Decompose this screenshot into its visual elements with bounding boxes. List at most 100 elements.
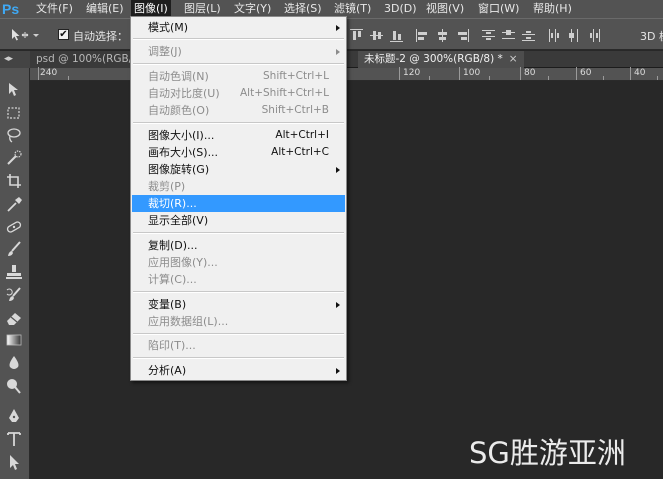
menu-item-reveal-all[interactable]: 显示全部(V): [132, 212, 345, 229]
align-right-icon[interactable]: [456, 29, 469, 42]
watermark-text: SG胜游亚洲: [469, 436, 626, 470]
history-brush-tool-icon[interactable]: [3, 286, 25, 304]
menu-item-label: 模式(M): [148, 21, 189, 34]
blur-tool-icon[interactable]: [3, 354, 25, 372]
clone-stamp-tool-icon[interactable]: [3, 263, 25, 281]
move-tool-icon[interactable]: [3, 81, 25, 99]
healing-brush-tool-icon[interactable]: [3, 218, 25, 236]
gradient-tool-icon[interactable]: [3, 331, 25, 349]
crop-tool-icon[interactable]: [3, 172, 25, 190]
menu-separator: [133, 357, 344, 359]
menu-item-label: 自动对比度(U): [148, 87, 220, 100]
eraser-tool-icon[interactable]: [3, 309, 25, 327]
menu-item-shortcut: Shift+Ctrl+L: [263, 70, 329, 82]
menu-item-label: 自动颜色(O): [148, 104, 210, 117]
menu-item-auto-contrast[interactable]: 自动对比度(U) Alt+Shift+Ctrl+L: [132, 85, 345, 102]
menu-file[interactable]: 文件(F): [33, 0, 76, 18]
align-vcenter-icon[interactable]: [370, 29, 383, 42]
distribute-top-icon[interactable]: [482, 29, 495, 42]
tab-untitled-2[interactable]: 未标题-2 @ 300%(RGB/8) * ×: [358, 51, 524, 68]
menu-item-image-rotation[interactable]: 图像旋转(G): [132, 161, 345, 178]
menu-item-label: 复制(D)...: [148, 239, 198, 252]
pen-tool-icon[interactable]: [3, 407, 25, 425]
menu-separator: [133, 232, 344, 234]
dodge-tool-icon[interactable]: [3, 377, 25, 395]
menu-item-label: 变量(B): [148, 298, 187, 311]
menu-item-canvas-size[interactable]: 画布大小(S)... Alt+Ctrl+C: [132, 144, 345, 161]
menu-3d[interactable]: 3D(D): [381, 0, 420, 18]
menu-item-shortcut: Shift+Ctrl+B: [261, 104, 329, 116]
align-bottom-icon[interactable]: [390, 29, 403, 42]
distribute-vcenter-icon[interactable]: [502, 29, 515, 42]
move-tool-icon[interactable]: [10, 28, 40, 42]
brush-tool-icon[interactable]: [3, 240, 25, 258]
tab-label: 未标题-2 @ 300%(RGB/8) *: [364, 53, 503, 65]
marquee-tool-icon[interactable]: [3, 104, 25, 122]
ruler-label: 80: [524, 68, 536, 78]
tools-panel: [0, 68, 30, 479]
menu-item-shortcut: Alt+Ctrl+I: [275, 129, 329, 141]
align-top-icon[interactable]: [350, 29, 363, 42]
menu-item-shortcut: Alt+Shift+Ctrl+L: [239, 87, 329, 99]
menu-separator: [133, 38, 344, 40]
ruler-tick: [603, 76, 604, 80]
ruler-label: 40: [634, 68, 646, 78]
menu-item-trap[interactable]: 陷印(T)...: [132, 337, 345, 354]
lasso-tool-icon[interactable]: [3, 126, 25, 144]
submenu-arrow-icon: [336, 167, 340, 173]
menu-item-shortcut: Alt+Ctrl+C: [271, 146, 329, 158]
distribute-left-icon[interactable]: [548, 29, 561, 42]
eyedropper-tool-icon[interactable]: [3, 195, 25, 213]
path-select-tool-icon[interactable]: [3, 453, 25, 471]
close-icon[interactable]: ×: [509, 53, 518, 65]
align-left-icon[interactable]: [416, 29, 429, 42]
menu-item-label: 裁切(R)...: [148, 197, 197, 210]
menu-window[interactable]: 窗口(W): [475, 0, 522, 18]
ruler-label: 60: [580, 68, 592, 78]
ruler-tick: [657, 76, 658, 80]
menu-item-adjustments[interactable]: 调整(J): [132, 43, 345, 60]
menu-item-auto-color[interactable]: 自动颜色(O) Shift+Ctrl+B: [132, 102, 345, 119]
ruler-label: 120: [403, 68, 421, 78]
menu-item-label: 图像大小(I)...: [148, 129, 215, 142]
ruler-tick: [489, 76, 490, 80]
menu-item-duplicate[interactable]: 复制(D)...: [132, 237, 345, 254]
menu-help[interactable]: 帮助(H): [530, 0, 575, 18]
submenu-arrow-icon: [336, 302, 340, 308]
ruler-tick: [459, 67, 460, 80]
photoshop-logo: Ps: [2, 1, 20, 17]
menu-item-label: 分析(A): [148, 364, 187, 377]
distribute-right-icon[interactable]: [588, 29, 601, 42]
menu-item-trim[interactable]: 裁切(R)...: [132, 195, 345, 212]
3d-mode-label[interactable]: 3D 模: [640, 28, 663, 44]
menu-item-analysis[interactable]: 分析(A): [132, 362, 345, 379]
submenu-arrow-icon: [336, 368, 340, 374]
submenu-arrow-icon: [336, 25, 340, 31]
ruler-tick: [630, 67, 631, 80]
type-tool-icon[interactable]: [3, 430, 25, 448]
menu-item-mode[interactable]: 模式(M): [132, 19, 345, 36]
menu-separator: [133, 291, 344, 293]
menu-item-label: 图像旋转(G): [148, 163, 210, 176]
distribute-hcenter-icon[interactable]: [568, 29, 581, 42]
ruler-tick: [548, 76, 549, 80]
ruler-tick: [429, 76, 430, 80]
menu-item-auto-tone[interactable]: 自动色调(N) Shift+Ctrl+L: [132, 68, 345, 85]
align-hcenter-icon[interactable]: [436, 29, 449, 42]
quick-select-tool-icon[interactable]: [3, 149, 25, 167]
distribute-bottom-icon[interactable]: [522, 29, 535, 42]
menu-item-apply-image[interactable]: 应用图像(Y)...: [132, 254, 345, 271]
ruler-tick: [68, 76, 69, 80]
menu-edit[interactable]: 编辑(E): [83, 0, 127, 18]
menu-item-apply-data-set[interactable]: 应用数据组(L)...: [132, 313, 345, 330]
auto-select-checkbox[interactable]: ✔: [58, 29, 69, 40]
menu-view[interactable]: 视图(V): [423, 0, 467, 18]
menu-item-image-size[interactable]: 图像大小(I)... Alt+Ctrl+I: [132, 127, 345, 144]
menu-item-crop[interactable]: 裁剪(P): [132, 178, 345, 195]
panel-collapse-icon[interactable]: ◂▸: [0, 51, 30, 68]
menu-item-calculations[interactable]: 计算(C)...: [132, 271, 345, 288]
menu-item-label: 计算(C)...: [148, 273, 197, 286]
menu-item-label: 调整(J): [148, 45, 182, 58]
menu-item-variables[interactable]: 变量(B): [132, 296, 345, 313]
ruler-label: 100: [463, 68, 481, 78]
